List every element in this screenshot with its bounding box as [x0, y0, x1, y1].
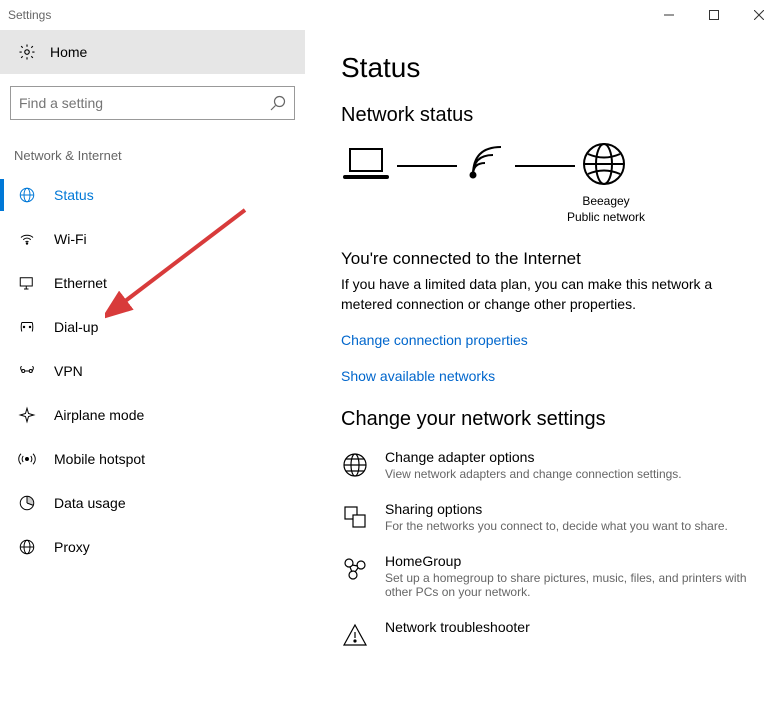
network-status-head: Network status [341, 104, 761, 127]
maximize-button[interactable] [691, 0, 736, 30]
ssid-label: Beeagey [451, 194, 761, 210]
title-bar: Settings [0, 0, 781, 30]
ethernet-icon [18, 274, 36, 292]
sidebar-item-label: VPN [54, 363, 83, 379]
home-label: Home [50, 44, 87, 60]
network-type-label: Public network [451, 210, 761, 226]
diagram-line [515, 165, 575, 167]
option-sharing[interactable]: Sharing options For the networks you con… [341, 501, 761, 533]
option-desc: Set up a homegroup to share pictures, mu… [385, 571, 761, 599]
homegroup-icon [341, 555, 369, 583]
laptop-icon [341, 145, 391, 186]
sidebar-item-label: Mobile hotspot [54, 451, 145, 467]
nav-list: Status Wi-Fi Ethernet Dial-up VPN Airpla… [0, 173, 305, 569]
connected-heading: You're connected to the Internet [341, 249, 761, 269]
wifi-icon [18, 230, 36, 248]
network-diagram [341, 141, 761, 190]
sidebar-item-label: Dial-up [54, 319, 98, 335]
show-networks-link[interactable]: Show available networks [341, 368, 761, 384]
sidebar-item-label: Ethernet [54, 275, 107, 291]
option-title: HomeGroup [385, 553, 761, 569]
sidebar: Home Network & Internet Status Wi-Fi E [0, 30, 305, 719]
option-title: Sharing options [385, 501, 728, 517]
status-icon [18, 186, 36, 204]
search-input[interactable] [19, 95, 270, 111]
main-content: Status Network status Beeagey Public net… [305, 30, 781, 719]
option-title: Network troubleshooter [385, 619, 530, 635]
window-controls [646, 0, 781, 30]
option-adapter[interactable]: Change adapter options View network adap… [341, 449, 761, 481]
dialup-icon [18, 318, 36, 336]
option-title: Change adapter options [385, 449, 682, 465]
proxy-icon [18, 538, 36, 556]
sidebar-item-label: Wi-Fi [54, 231, 87, 247]
option-troubleshooter[interactable]: Network troubleshooter [341, 619, 761, 649]
diagram-line [397, 165, 457, 167]
close-button[interactable] [736, 0, 781, 30]
globe-icon [581, 141, 627, 190]
sidebar-item-status[interactable]: Status [0, 173, 305, 217]
sidebar-item-ethernet[interactable]: Ethernet [0, 261, 305, 305]
sidebar-item-wifi[interactable]: Wi-Fi [0, 217, 305, 261]
sidebar-item-label: Status [54, 187, 94, 203]
sidebar-item-label: Data usage [54, 495, 126, 511]
search-container [0, 74, 305, 130]
change-connection-link[interactable]: Change connection properties [341, 332, 761, 348]
change-settings-head: Change your network settings [341, 408, 761, 431]
vpn-icon [18, 362, 36, 380]
troubleshoot-icon [341, 621, 369, 649]
sidebar-item-airplane[interactable]: Airplane mode [0, 393, 305, 437]
search-box[interactable] [10, 86, 295, 120]
hotspot-icon [18, 450, 36, 468]
option-homegroup[interactable]: HomeGroup Set up a homegroup to share pi… [341, 553, 761, 599]
minimize-button[interactable] [646, 0, 691, 30]
data-usage-icon [18, 494, 36, 512]
sidebar-item-datausage[interactable]: Data usage [0, 481, 305, 525]
connected-description: If you have a limited data plan, you can… [341, 275, 761, 314]
search-icon [270, 95, 286, 111]
option-desc: For the networks you connect to, decide … [385, 519, 728, 533]
sidebar-item-label: Proxy [54, 539, 90, 555]
sidebar-item-dialup[interactable]: Dial-up [0, 305, 305, 349]
sidebar-item-vpn[interactable]: VPN [0, 349, 305, 393]
sidebar-item-proxy[interactable]: Proxy [0, 525, 305, 569]
page-title: Status [341, 52, 761, 84]
home-nav[interactable]: Home [0, 30, 305, 74]
sharing-icon [341, 503, 369, 531]
window-title: Settings [8, 8, 51, 22]
globe-adapter-icon [341, 451, 369, 479]
sidebar-item-hotspot[interactable]: Mobile hotspot [0, 437, 305, 481]
wifi-signal-icon [463, 145, 509, 186]
category-label: Network & Internet [0, 130, 305, 173]
gear-icon [18, 43, 36, 61]
option-desc: View network adapters and change connect… [385, 467, 682, 481]
sidebar-item-label: Airplane mode [54, 407, 144, 423]
diagram-caption: Beeagey Public network [451, 194, 761, 225]
airplane-icon [18, 406, 36, 424]
